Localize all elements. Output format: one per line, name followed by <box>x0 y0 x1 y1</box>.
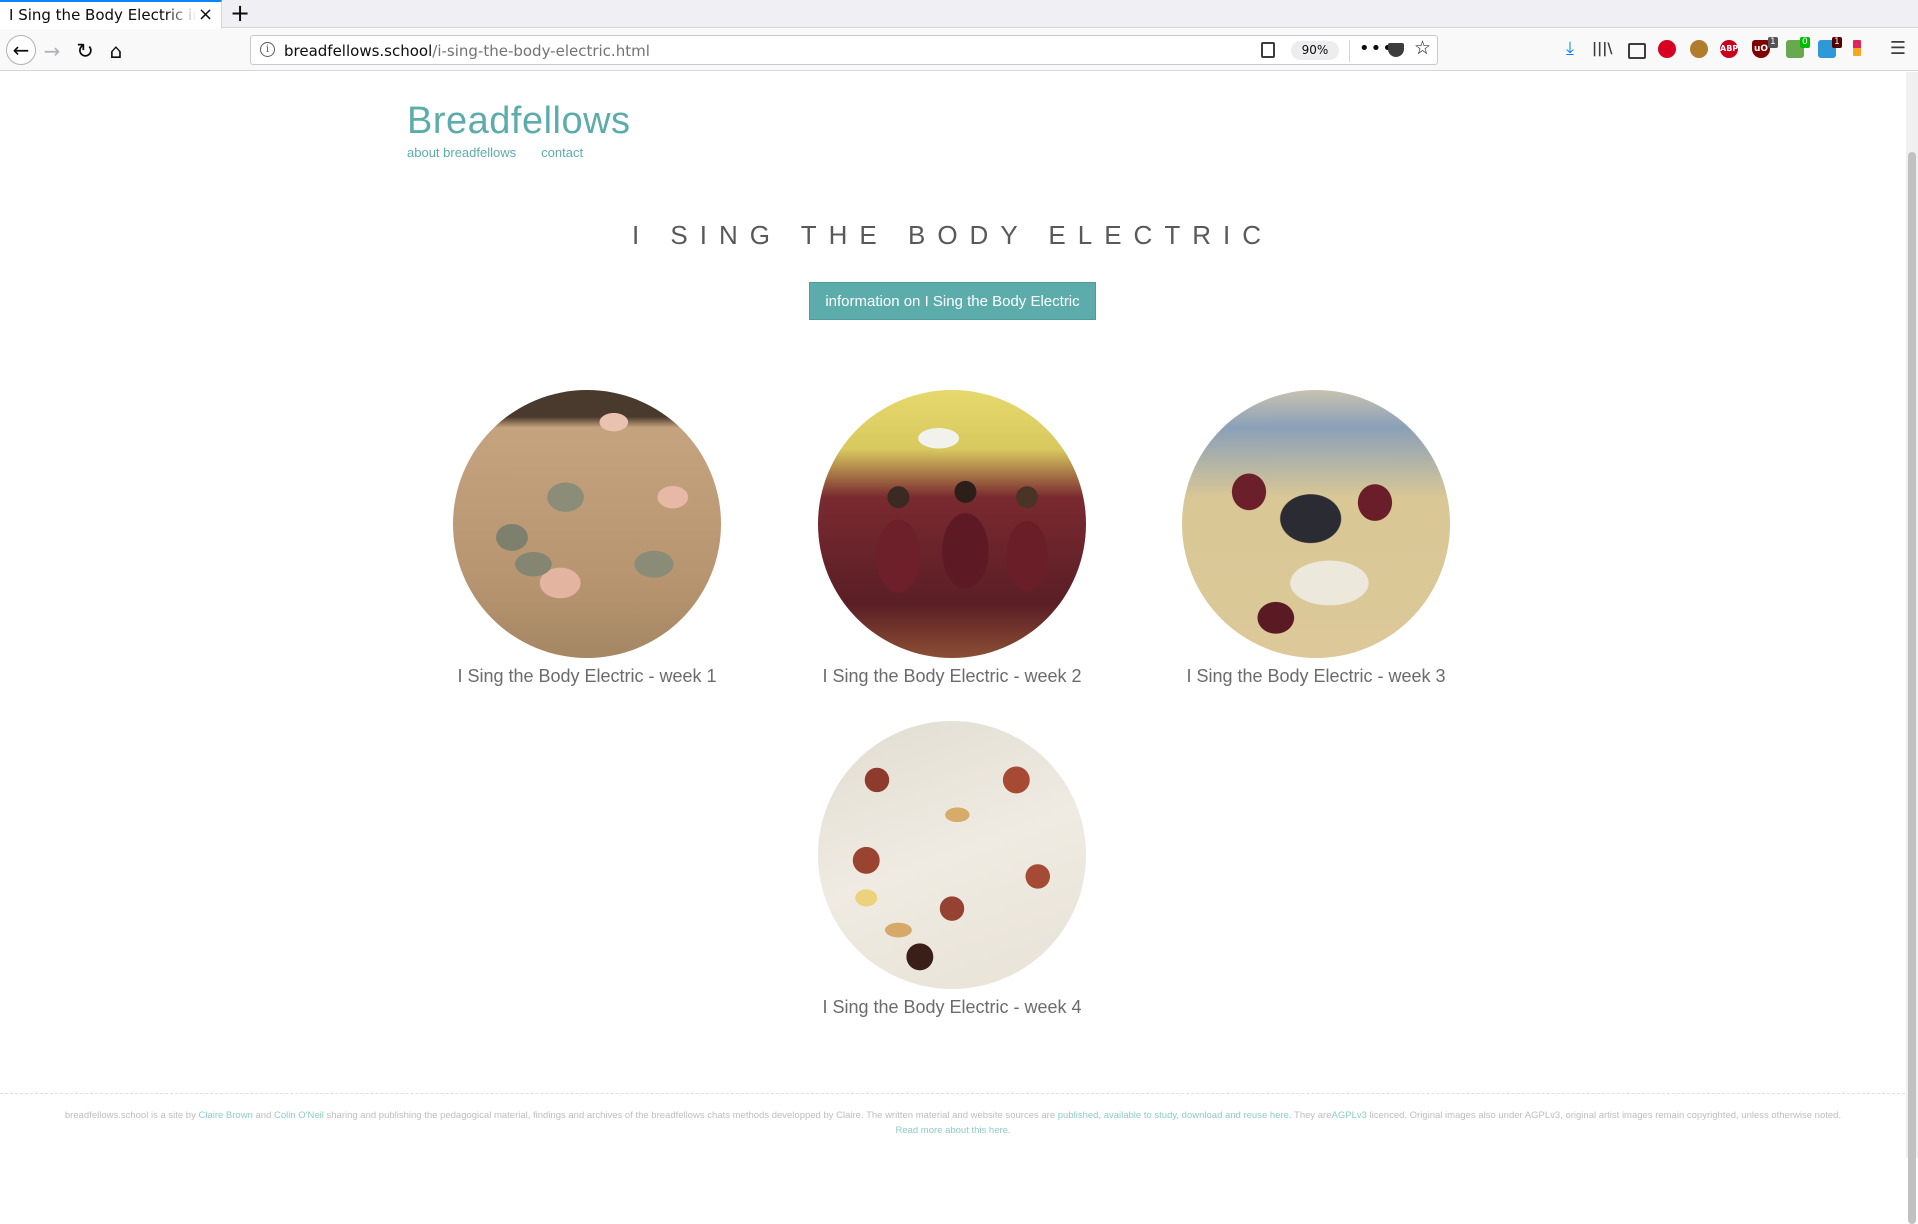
sidebar-icon[interactable] <box>1625 39 1646 59</box>
library-icon[interactable]: |||\ <box>1592 39 1612 59</box>
week-2-thumbnail[interactable] <box>818 390 1086 658</box>
footer-and: and <box>252 1110 275 1121</box>
page-content: Breadfellows about breadfellows contact I… <box>0 72 1918 1158</box>
nav-contact-link[interactable]: contact <box>541 145 583 160</box>
week-1-caption[interactable]: I Sing the Body Electric - week 1 <box>437 666 737 687</box>
footer-colin-link[interactable]: Colin O'Neil <box>274 1110 324 1121</box>
week-3-thumbnail[interactable] <box>1182 390 1450 658</box>
footer-readmore-link[interactable]: Read more about this here. <box>895 1125 1010 1136</box>
extension-monkey-icon[interactable] <box>1690 40 1708 58</box>
reload-button[interactable]: ↻ <box>71 37 99 65</box>
week-4-caption[interactable]: I Sing the Body Electric - week 4 <box>802 997 1102 1018</box>
extension-blue-badge: 1 <box>1832 37 1842 48</box>
week-4-thumbnail[interactable] <box>818 721 1086 989</box>
navigation-toolbar: ← → ↻ ⌂ i breadfellows.school/i-sing-the… <box>0 29 1918 71</box>
url-host: breadfellows.school <box>284 42 433 60</box>
footer-agpl-link[interactable]: AGPLv3 <box>1332 1110 1367 1121</box>
active-tab[interactable]: I Sing the Body Electric index × <box>0 0 222 29</box>
site-title-link[interactable]: Breadfellows <box>407 100 631 143</box>
ublock-count-badge: 1 <box>1768 37 1778 48</box>
page-title: I SING THE BODY ELECTRIC <box>631 220 1273 250</box>
week-1-thumbnail[interactable] <box>453 390 721 658</box>
footer-text: breadfellows.school is a site by Claire … <box>58 1108 1848 1138</box>
downloads-icon[interactable]: ⤓ <box>1560 39 1580 59</box>
back-button[interactable]: ← <box>6 35 36 65</box>
vertical-scrollbar[interactable] <box>1906 72 1918 1224</box>
extension-bar-icon[interactable] <box>1853 40 1861 56</box>
footer-text-3: They are <box>1291 1110 1332 1121</box>
adblock-plus-icon[interactable]: ABP <box>1720 40 1738 58</box>
tab-title-fade <box>165 4 197 26</box>
url-path: /i-sing-the-body-electric.html <box>432 42 650 60</box>
footer-divider <box>0 1093 1905 1094</box>
nav-about-link[interactable]: about breadfellows <box>407 145 516 160</box>
url-text[interactable]: breadfellows.school/i-sing-the-body-elec… <box>284 42 650 60</box>
url-bar-divider <box>1349 40 1350 62</box>
footer-claire-link[interactable]: Claire Brown <box>198 1110 252 1121</box>
extension-green-badge: 0 <box>1800 37 1810 48</box>
bookmark-star-icon[interactable]: ☆ <box>1414 37 1431 59</box>
forward-button[interactable]: → <box>38 37 66 65</box>
reader-view-icon[interactable] <box>1261 42 1275 58</box>
home-button[interactable]: ⌂ <box>102 37 130 65</box>
tab-strip: I Sing the Body Electric index × + <box>0 0 1918 29</box>
footer-text-4: licenced. Original images also under AGP… <box>1366 1110 1842 1121</box>
footer-text-2: sharing and publishing the pedagogical m… <box>323 1110 1058 1121</box>
site-nav: about breadfellows contact <box>407 145 608 160</box>
hamburger-menu-icon[interactable]: ☰ <box>1888 39 1908 59</box>
site-info-icon[interactable]: i <box>260 42 275 57</box>
url-bar[interactable]: i breadfellows.school/i-sing-the-body-el… <box>250 35 1438 65</box>
week-3-caption[interactable]: I Sing the Body Electric - week 3 <box>1166 666 1466 687</box>
info-button[interactable]: information on I Sing the Body Electric <box>809 282 1096 320</box>
week-2-caption[interactable]: I Sing the Body Electric - week 2 <box>802 666 1102 687</box>
close-tab-icon[interactable]: × <box>198 4 213 26</box>
footer-published-link[interactable]: published, available to study, download … <box>1058 1110 1292 1121</box>
pocket-icon[interactable] <box>1388 43 1404 57</box>
footer-text-1: breadfellows.school is a site by <box>64 1110 199 1121</box>
zoom-level-badge[interactable]: 90% <box>1291 41 1339 60</box>
extension-red-icon[interactable] <box>1658 40 1676 58</box>
scrollbar-thumb[interactable] <box>1908 152 1916 1224</box>
new-tab-button[interactable]: + <box>230 0 250 27</box>
